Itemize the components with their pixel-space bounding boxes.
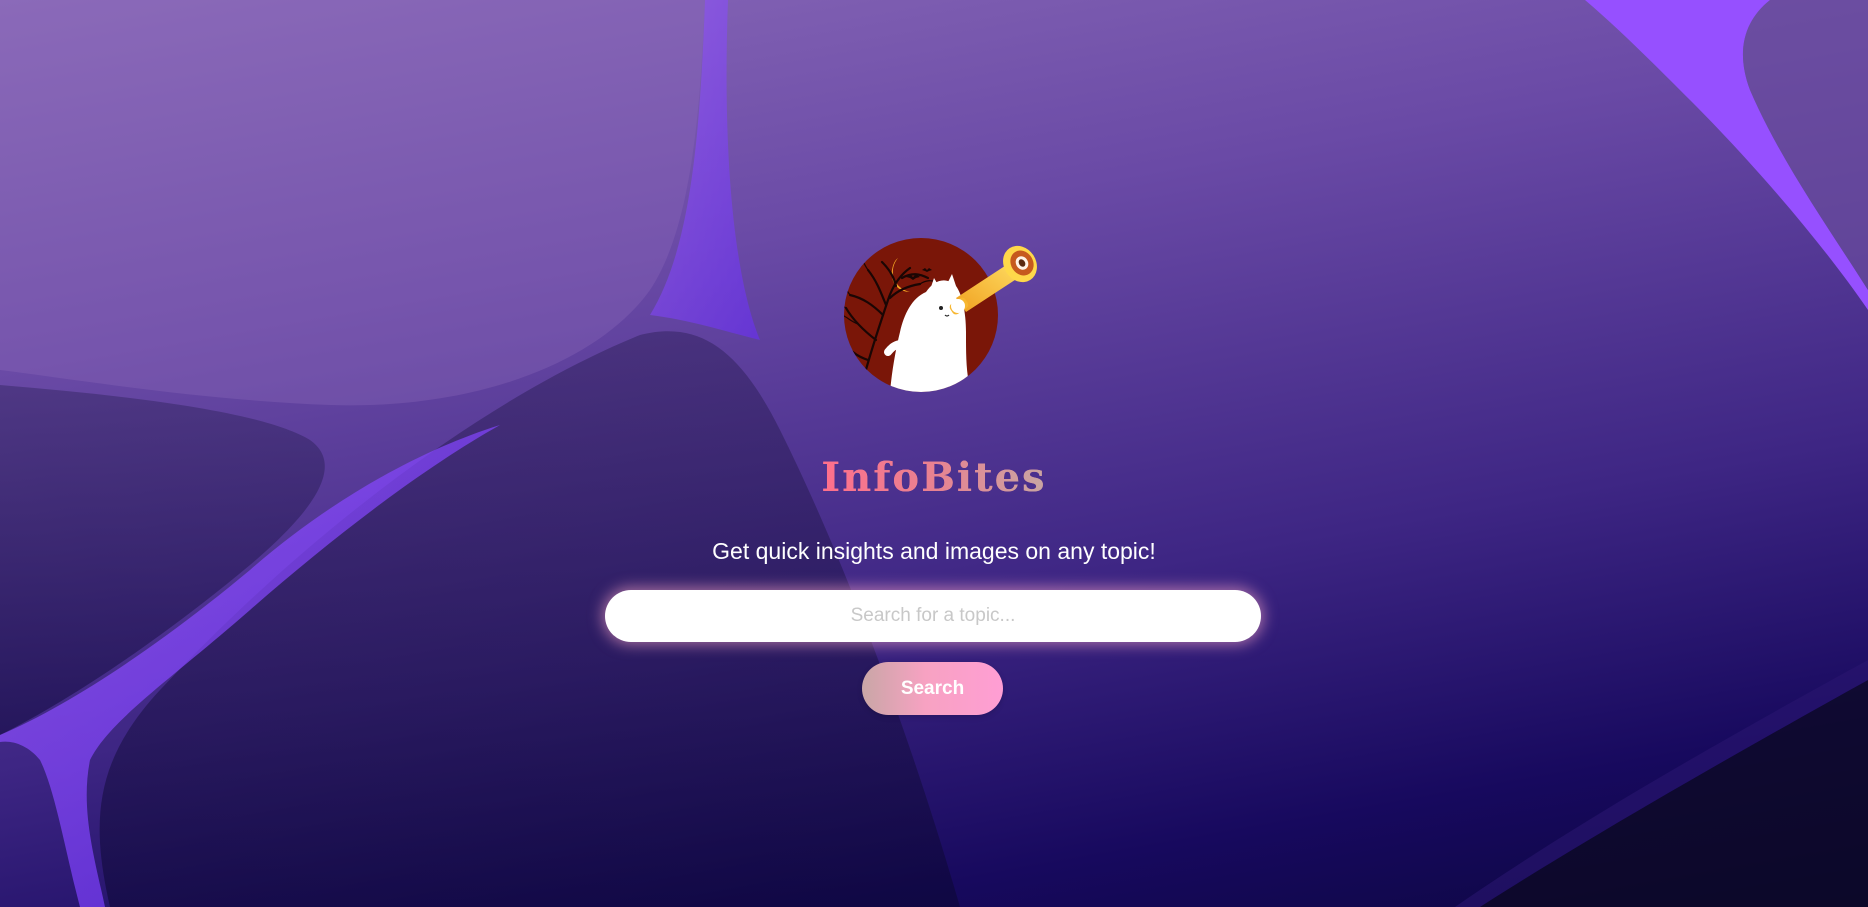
search-input[interactable] (605, 590, 1261, 642)
search-button[interactable]: Search (862, 662, 1003, 715)
app-title: InfoBites (0, 452, 1868, 504)
app-logo (838, 220, 1058, 400)
app-title-text: InfoBites (821, 454, 1047, 501)
tagline: Get quick insights and images on any top… (712, 538, 1156, 564)
main-content: InfoBites Get quick insights and images … (0, 0, 1868, 907)
ghost-telescope-logo-icon (844, 238, 1037, 392)
